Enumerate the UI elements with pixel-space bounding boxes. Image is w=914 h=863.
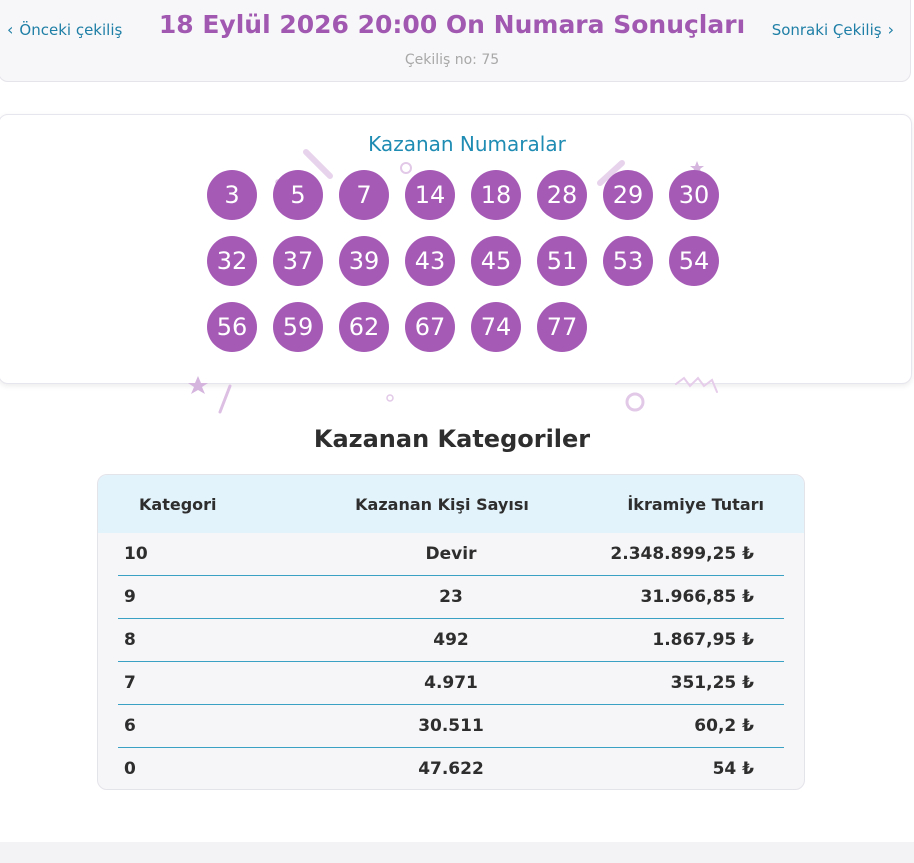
number-ball: 43 xyxy=(405,236,455,286)
winners-cell: 30.511 xyxy=(418,716,484,736)
number-ball: 39 xyxy=(339,236,389,286)
column-header-prize: İkramiye Tutarı xyxy=(627,495,764,514)
number-ball: 74 xyxy=(471,302,521,352)
winning-numbers-title: Kazanan Numaralar xyxy=(368,132,566,156)
prize-cell: 2.348.899,25 ₺ xyxy=(610,544,754,564)
footer-strip xyxy=(0,842,914,863)
number-ball: 7 xyxy=(339,170,389,220)
number-ball: 45 xyxy=(471,236,521,286)
winning-categories-table: Kategori Kazanan Kişi Sayısı İkramiye Tu… xyxy=(97,474,805,790)
number-ball: 59 xyxy=(273,302,323,352)
number-ball: 53 xyxy=(603,236,653,286)
number-ball: 51 xyxy=(537,236,587,286)
number-ball: 30 xyxy=(669,170,719,220)
number-ball: 3 xyxy=(207,170,257,220)
table-row: 10 Devir 2.348.899,25 ₺ xyxy=(118,533,784,576)
table-header: Kategori Kazanan Kişi Sayısı İkramiye Tu… xyxy=(98,475,804,533)
table-row: 9 23 31.966,85 ₺ xyxy=(118,576,784,619)
number-ball: 62 xyxy=(339,302,389,352)
prize-cell: 31.966,85 ₺ xyxy=(640,587,754,607)
number-ball: 54 xyxy=(669,236,719,286)
number-ball: 18 xyxy=(471,170,521,220)
number-ball: 32 xyxy=(207,236,257,286)
table-row: 8 492 1.867,95 ₺ xyxy=(118,619,784,662)
table-row: 6 30.511 60,2 ₺ xyxy=(118,705,784,748)
number-ball: 29 xyxy=(603,170,653,220)
table-row: 0 47.622 54 ₺ xyxy=(118,748,784,789)
number-ball: 67 xyxy=(405,302,455,352)
number-ball: 14 xyxy=(405,170,455,220)
prize-cell: 351,25 ₺ xyxy=(670,673,754,693)
winners-cell: 47.622 xyxy=(418,759,484,779)
prize-cell: 1.867,95 ₺ xyxy=(652,630,754,650)
winning-numbers-grid: 3 5 7 14 18 28 29 30 32 37 39 43 45 51 5… xyxy=(207,170,737,352)
prize-cell: 54 ₺ xyxy=(712,759,754,779)
number-ball: 56 xyxy=(207,302,257,352)
table-row: 7 4.971 351,25 ₺ xyxy=(118,662,784,705)
number-ball: 5 xyxy=(273,170,323,220)
prize-cell: 60,2 ₺ xyxy=(694,716,754,736)
number-ball: 77 xyxy=(537,302,587,352)
number-ball: 37 xyxy=(273,236,323,286)
winning-categories-title: Kazanan Kategoriler xyxy=(313,425,591,453)
number-ball: 28 xyxy=(537,170,587,220)
